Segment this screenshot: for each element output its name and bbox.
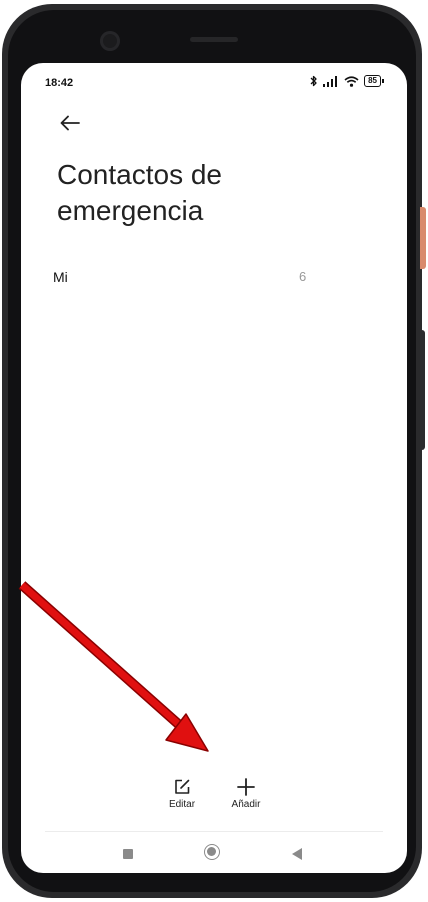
plus-icon bbox=[237, 778, 255, 796]
volume-button bbox=[420, 330, 425, 450]
bluetooth-icon bbox=[310, 75, 317, 87]
screen: 18:42 85 Contactos de emergencia Mi 6 Ed… bbox=[21, 63, 407, 873]
earpiece-speaker bbox=[190, 37, 238, 42]
arrow-left-icon bbox=[60, 115, 80, 131]
front-camera bbox=[100, 31, 120, 51]
back-button[interactable] bbox=[58, 113, 82, 133]
page-title: Contactos de emergencia bbox=[57, 157, 222, 229]
power-button bbox=[420, 207, 426, 269]
list-item-count: 6 bbox=[299, 269, 307, 284]
edit-label: Editar bbox=[168, 799, 196, 810]
status-bar: 18:42 85 bbox=[21, 63, 407, 103]
signal-icon bbox=[323, 75, 338, 87]
edit-icon bbox=[175, 779, 190, 794]
wifi-icon bbox=[344, 75, 359, 87]
page-title-line1: Contactos de bbox=[57, 159, 222, 190]
back-nav-button[interactable] bbox=[292, 848, 302, 860]
home-nav-button[interactable] bbox=[204, 844, 220, 860]
battery-icon: 85 bbox=[364, 75, 384, 87]
status-icons: 85 bbox=[310, 75, 384, 87]
list-item-label: Mi bbox=[53, 269, 68, 285]
add-label: Añadir bbox=[231, 799, 261, 810]
page-title-line2: emergencia bbox=[57, 195, 204, 226]
recents-nav-button[interactable] bbox=[123, 849, 133, 859]
status-time: 18:42 bbox=[45, 77, 74, 89]
add-button[interactable]: Añadir bbox=[221, 778, 271, 810]
divider bbox=[45, 831, 383, 832]
list-item[interactable]: Mi 6 bbox=[21, 263, 407, 291]
edit-button[interactable]: Editar bbox=[157, 778, 207, 810]
